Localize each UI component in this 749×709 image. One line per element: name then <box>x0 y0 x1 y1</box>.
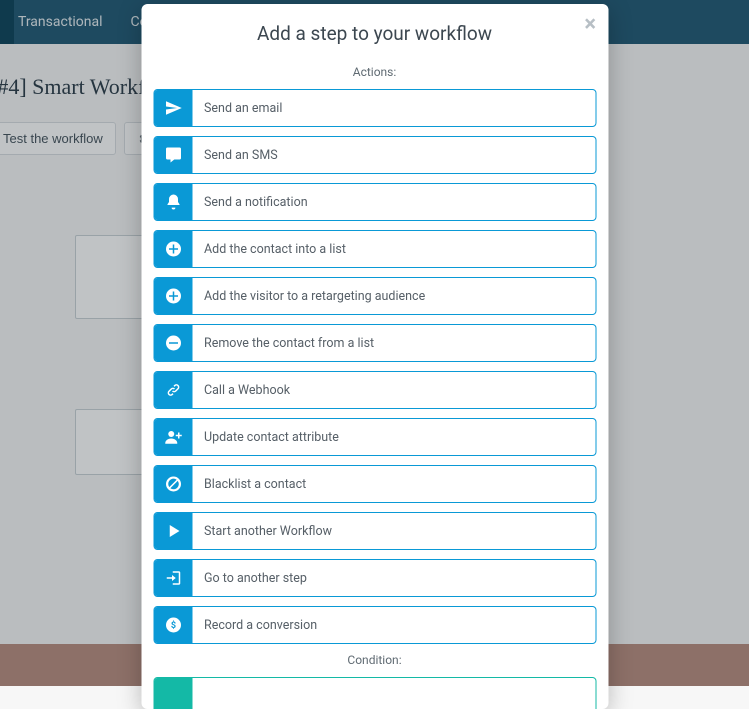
action-row-sign-in[interactable]: Go to another step <box>153 559 596 597</box>
action-row-minus-circle[interactable]: Remove the contact from a list <box>153 324 596 362</box>
action-row-plus-circle[interactable]: Add the contact into a list <box>153 230 596 268</box>
action-row-ban[interactable]: Blacklist a contact <box>153 465 596 503</box>
action-label: Start another Workflow <box>192 513 332 549</box>
action-row-link[interactable]: Call a Webhook <box>153 371 596 409</box>
condition-section-label: Condition: <box>153 653 596 667</box>
action-label: Update contact attribute <box>192 419 339 455</box>
link-icon <box>154 372 192 408</box>
action-label: Send an email <box>192 90 282 126</box>
minus-circle-icon <box>154 325 192 361</box>
actions-section-label: Actions: <box>153 65 596 79</box>
close-icon[interactable]: × <box>584 14 596 36</box>
action-row-plus-circle[interactable]: Add the visitor to a retargeting audienc… <box>153 277 596 315</box>
action-row-paper-plane[interactable]: Send an email <box>153 89 596 127</box>
comment-icon <box>154 137 192 173</box>
action-row-comment[interactable]: Send an SMS <box>153 136 596 174</box>
play-icon <box>154 513 192 549</box>
ban-icon <box>154 466 192 502</box>
modal-header: Add a step to your workflow × <box>141 4 608 49</box>
action-row-user-plus[interactable]: Update contact attribute <box>153 418 596 456</box>
action-label: Record a conversion <box>192 607 317 643</box>
action-label: Go to another step <box>192 560 307 596</box>
sign-in-icon <box>154 560 192 596</box>
condition-label <box>192 678 204 709</box>
actions-list: Send an email Send an SMS Send a notificat… <box>153 89 596 644</box>
condition-row[interactable] <box>153 677 596 709</box>
paper-plane-icon <box>154 90 192 126</box>
action-row-dollar-circle[interactable]: Record a conversion <box>153 606 596 644</box>
action-label: Call a Webhook <box>192 372 290 408</box>
modal-title: Add a step to your workflow <box>161 22 588 45</box>
action-row-bell[interactable]: Send a notification <box>153 183 596 221</box>
plus-circle-icon <box>154 278 192 314</box>
action-label: Remove the contact from a list <box>192 325 374 361</box>
plus-circle-icon <box>154 231 192 267</box>
action-row-play[interactable]: Start another Workflow <box>153 512 596 550</box>
dollar-circle-icon <box>154 607 192 643</box>
action-label: Add the visitor to a retargeting audienc… <box>192 278 425 314</box>
action-label: Send an SMS <box>192 137 278 173</box>
add-step-modal: Add a step to your workflow × Actions: S… <box>141 4 608 709</box>
condition-icon <box>154 678 192 709</box>
action-label: Blacklist a contact <box>192 466 306 502</box>
user-plus-icon <box>154 419 192 455</box>
action-label: Send a notification <box>192 184 308 220</box>
action-label: Add the contact into a list <box>192 231 346 267</box>
bell-icon <box>154 184 192 220</box>
modal-body: Actions: Send an email Send an SMS Send a … <box>141 49 608 709</box>
